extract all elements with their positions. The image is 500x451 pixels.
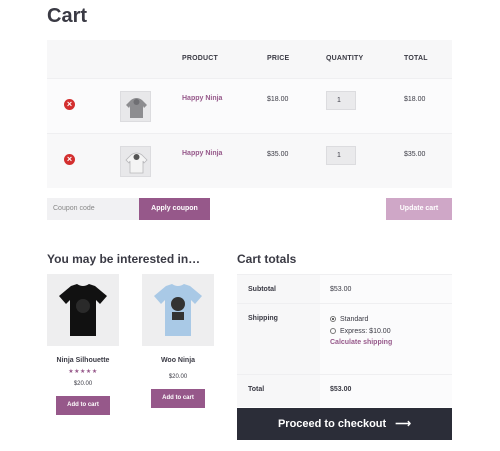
shipping-options: Standard Express: $10.00 Calculate shipp… [320,304,452,374]
quantity-input[interactable]: 1 [326,91,356,110]
product-name[interactable]: Ninja Silhouette [47,357,119,364]
subtotal-value: $53.00 [320,275,452,303]
product-price: $18.00 [267,96,289,103]
subtotal-row: Subtotal $53.00 [237,274,452,303]
checkout-label: Proceed to checkout [277,418,387,430]
white-hoodie-icon [125,152,148,174]
product-link[interactable]: Happy Ninja [182,150,222,157]
gray-hoodie-icon [126,98,147,118]
shipping-option-standard[interactable]: Standard [330,313,452,325]
cart-totals-title: Cart totals [237,252,297,266]
product-image[interactable] [142,274,214,346]
total-value: $53.00 [320,375,452,407]
product-card: Woo Ninja $20.00 Add to cart [142,274,214,408]
subtotal-label: Subtotal [237,275,320,303]
black-tshirt-icon [59,284,107,336]
cart-table: PRODUCT PRICE QUANTITY TOTAL × Happy Nin… [47,40,452,188]
quantity-input[interactable]: 1 [326,146,356,165]
product-image[interactable] [47,274,119,346]
shipping-option-express[interactable]: Express: $10.00 [330,325,452,337]
radio-unselected-icon[interactable] [330,328,336,334]
star-rating-icon: ★★★★★ [68,369,98,375]
header-price: PRICE [267,55,290,62]
line-total: $35.00 [404,151,426,158]
header-quantity: QUANTITY [326,55,364,62]
shipping-option-label: Standard [340,315,369,323]
arrow-right-icon: ⟶ [395,418,412,430]
product-price: $35.00 [267,151,289,158]
remove-item-icon[interactable]: × [64,99,75,110]
blue-tshirt-icon [154,284,202,336]
coupon-code-input[interactable]: Coupon code [47,198,139,220]
radio-selected-icon[interactable] [330,316,336,322]
cart-row: × Happy Ninja $35.00 1 $35.00 [47,133,452,188]
update-cart-button[interactable]: Update cart [386,198,452,220]
cart-totals-table: Subtotal $53.00 Shipping Standard Expres… [237,274,452,407]
remove-item-icon[interactable]: × [64,154,75,165]
proceed-to-checkout-button[interactable]: Proceed to checkout ⟶ [237,408,452,440]
header-product: PRODUCT [182,55,219,62]
line-total: $18.00 [404,96,426,103]
calculate-shipping-link[interactable]: Calculate shipping [330,339,452,346]
shipping-row: Shipping Standard Express: $10.00 Calcul… [237,303,452,374]
product-thumbnail[interactable] [120,91,151,122]
cart-row: × Happy Ninja $18.00 1 $18.00 [47,78,452,133]
product-price: $20.00 [73,381,93,387]
product-price: $20.00 [168,374,188,380]
product-name[interactable]: Woo Ninja [142,357,214,364]
shipping-label: Shipping [237,304,320,374]
shipping-option-label: Express: $10.00 [340,327,391,335]
cross-sells-title: You may be interested in… [47,252,201,266]
add-to-cart-button[interactable]: Add to cart [56,396,110,415]
add-to-cart-button[interactable]: Add to cart [151,389,205,408]
cart-table-header: PRODUCT PRICE QUANTITY TOTAL [47,40,452,78]
total-label: Total [237,375,320,407]
total-row: Total $53.00 [237,374,452,407]
header-total: TOTAL [404,55,428,62]
product-thumbnail[interactable] [120,146,151,177]
product-card: Ninja Silhouette ★★★★★ $20.00 Add to car… [47,274,119,415]
apply-coupon-button[interactable]: Apply coupon [139,198,210,220]
page-title: Cart [47,5,88,27]
product-link[interactable]: Happy Ninja [182,95,222,102]
